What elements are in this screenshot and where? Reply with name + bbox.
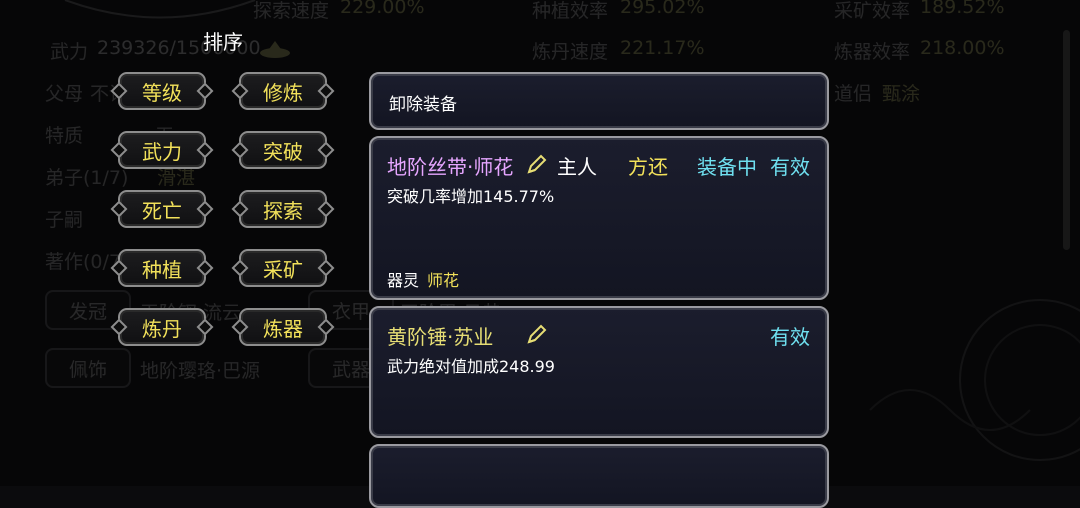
equipment-card[interactable]: 地阶丝带·师花 主人 方还 装备中 有效 突破几率增加145.77% 器灵 师花 [369,136,829,300]
owner-label: 主人 [557,155,597,179]
sort-by-plant-button[interactable]: 种植 [118,249,206,287]
sort-button-label: 种植 [142,257,182,282]
spirit-value: 师花 [427,271,460,290]
sort-title: 排序 [203,30,243,54]
sort-button-label: 突破 [263,139,303,164]
pencil-icon[interactable] [525,322,549,346]
sort-button-label: 采矿 [263,257,303,282]
sort-by-alchemy-button[interactable]: 炼丹 [118,308,206,346]
validity-status: 有效 [770,155,810,179]
sort-by-refine-button[interactable]: 炼器 [239,308,327,346]
sort-by-mine-button[interactable]: 采矿 [239,249,327,287]
spirit-label: 器灵 [387,271,420,290]
sort-button-label: 炼丹 [142,316,182,341]
item-effect: 武力绝对值加成248.99 [387,357,555,376]
equipped-status: 装备中 [697,155,757,179]
sort-by-level-button[interactable]: 等级 [118,72,206,110]
item-name: 黄阶锤·苏业 [387,325,494,349]
equipment-card-partial[interactable] [369,444,829,508]
unequip-button[interactable]: 卸除装备 [369,72,829,130]
pencil-icon[interactable] [525,152,549,176]
sort-by-cultivation-button[interactable]: 修炼 [239,72,327,110]
validity-status: 有效 [770,325,810,349]
sort-by-death-button[interactable]: 死亡 [118,190,206,228]
sort-button-label: 探索 [263,198,303,223]
sort-by-breakthrough-button[interactable]: 突破 [239,131,327,169]
sort-by-power-button[interactable]: 武力 [118,131,206,169]
unequip-label: 卸除装备 [389,95,457,115]
sort-by-explore-button[interactable]: 探索 [239,190,327,228]
item-name: 地阶丝带·师花 [387,155,514,179]
sort-button-label: 死亡 [142,198,182,223]
sort-button-label: 炼器 [263,316,303,341]
equipment-card[interactable]: 黄阶锤·苏业 有效 武力绝对值加成248.99 [369,306,829,438]
sort-button-label: 修炼 [263,80,303,105]
owner-value: 方还 [628,155,668,179]
sort-button-label: 武力 [142,139,182,164]
item-effect: 突破几率增加145.77% [387,187,555,206]
sort-button-label: 等级 [142,80,182,105]
